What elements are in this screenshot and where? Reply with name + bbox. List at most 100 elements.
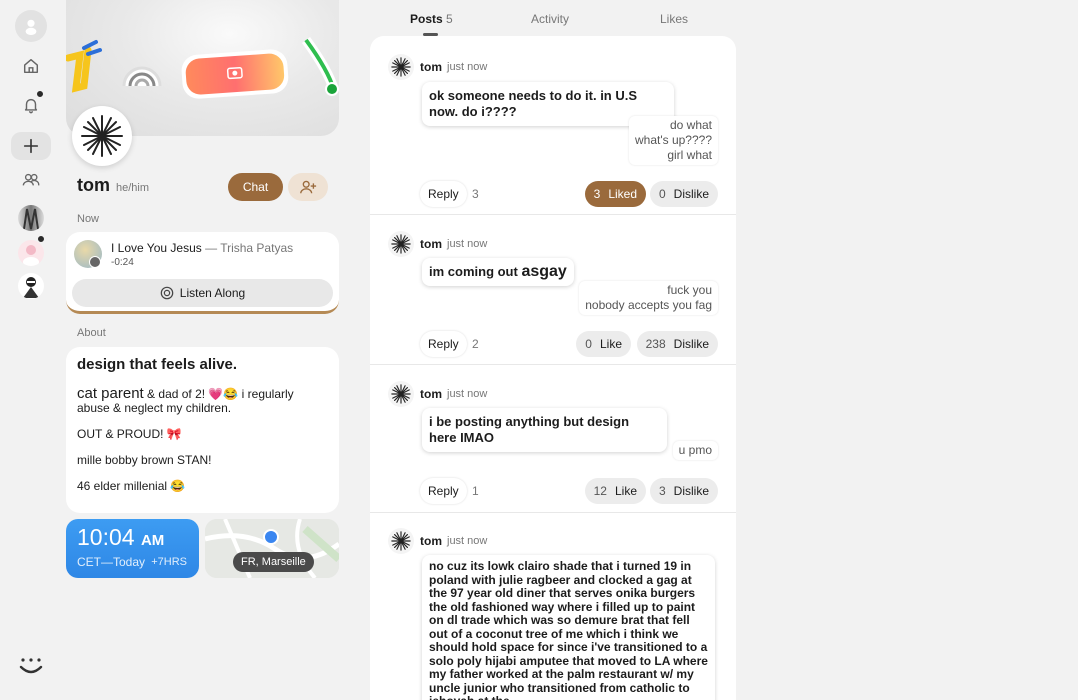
dislike-label: Dislike — [673, 484, 709, 498]
post-avatar[interactable] — [388, 381, 414, 407]
post-avatar[interactable] — [388, 54, 414, 80]
reply-count: 1 — [472, 484, 479, 498]
home-icon — [23, 58, 39, 74]
song-time: -0:24 — [111, 257, 134, 268]
reply-button[interactable]: Reply — [420, 331, 467, 357]
tab-posts[interactable]: Posts 5 — [410, 12, 453, 26]
asterisk-avatar-icon — [81, 115, 123, 157]
profile-tabs: Posts 5 Activity Likes — [370, 0, 736, 36]
face-icon[interactable] — [18, 657, 44, 682]
contact-avatar[interactable] — [18, 240, 44, 266]
app: tom he/him Chat Now I Love You Jesus — T… — [0, 0, 1078, 700]
asterisk-avatar-icon — [391, 57, 411, 77]
chat-button[interactable]: Chat — [228, 173, 283, 201]
nav-people[interactable] — [14, 163, 48, 197]
clock-timezone: CET—Today — [77, 555, 146, 569]
like-count: 3 — [593, 187, 601, 201]
like-label: Like — [599, 337, 622, 351]
like-button[interactable]: 0 Like — [576, 331, 631, 357]
asterisk-avatar-icon — [391, 384, 411, 404]
reply-button[interactable]: Reply — [420, 478, 467, 504]
add-friend-button[interactable] — [288, 173, 328, 201]
contact-avatar[interactable] — [18, 273, 44, 299]
about-label: About — [77, 327, 106, 339]
like-button[interactable]: 3 Liked — [584, 181, 646, 207]
location-map[interactable]: FR, Marseille — [205, 519, 339, 578]
post-timestamp: just now — [447, 61, 488, 73]
reply-text: do what — [669, 118, 712, 132]
profile-pronouns: he/him — [116, 182, 150, 194]
post: tom just now ok someone needs to do it. … — [370, 36, 736, 215]
clock-offset: +7HRS — [151, 556, 187, 568]
about-headline: design that feels alive. — [77, 356, 238, 373]
app-logo[interactable] — [15, 10, 47, 42]
post-actions: Reply 1 12 Like 3 Dislike — [420, 478, 718, 504]
nav-create[interactable] — [11, 132, 51, 160]
avatar-image-icon — [23, 245, 39, 266]
reply-button[interactable]: Reply — [420, 181, 467, 207]
post-avatar[interactable] — [388, 528, 414, 554]
nav-notifications[interactable] — [14, 88, 48, 122]
dislike-label: Dislike — [673, 187, 709, 201]
post-username[interactable]: tom — [420, 387, 442, 401]
post-text-main: im coming out — [429, 264, 522, 279]
location-label: FR, Marseille — [233, 552, 314, 572]
reply-text: nobody accepts you fag — [585, 298, 712, 312]
reply-preview: u pmo — [672, 441, 718, 460]
smile-icon — [19, 658, 43, 674]
about-line: cat parent & dad of 2! 💗😂 i regularly ab… — [77, 386, 328, 415]
profile-avatar[interactable] — [72, 106, 132, 166]
post-text: im coming out asgay — [422, 258, 574, 286]
online-dot — [37, 235, 45, 243]
like-label: Liked — [608, 187, 637, 201]
reply-text: u pmo — [678, 443, 712, 457]
contact-avatar[interactable] — [18, 205, 44, 231]
now-playing-card: I Love You Jesus — Trisha Patyas -0:24 L… — [66, 232, 339, 314]
post-timestamp: just now — [447, 238, 488, 250]
reply-text: what's up???? — [634, 133, 712, 147]
nav-home[interactable] — [14, 49, 48, 83]
clock-ampm: AM — [140, 532, 165, 549]
posts-feed: tom just now ok someone needs to do it. … — [370, 36, 736, 700]
post-timestamp: just now — [447, 388, 488, 400]
reply-text: girl what — [667, 148, 712, 162]
tab-activity[interactable]: Activity — [531, 12, 569, 26]
reply-preview: fuck you nobody accepts you fag — [579, 281, 718, 315]
clock-time: 10:04 — [77, 524, 135, 550]
like-label: Like — [614, 484, 637, 498]
dislike-button[interactable]: 0 Dislike — [649, 181, 718, 207]
dislike-count: 3 — [658, 484, 666, 498]
dislike-button[interactable]: 238 Dislike — [636, 331, 718, 357]
app-logo-icon — [25, 19, 37, 35]
tab-posts-count: 5 — [446, 12, 453, 26]
profile-name-row: tom he/him — [77, 175, 149, 196]
post-username[interactable]: tom — [420, 60, 442, 74]
like-button[interactable]: 12 Like — [584, 478, 646, 504]
reply-count: 2 — [472, 337, 479, 351]
song-artist: Trisha Patyas — [220, 241, 294, 255]
add-person-icon — [300, 180, 317, 194]
dislike-count: 0 — [658, 187, 666, 201]
like-count: 12 — [593, 484, 607, 498]
avatar-image-icon — [23, 277, 39, 298]
asterisk-avatar-icon — [391, 531, 411, 551]
post-avatar[interactable] — [388, 231, 414, 257]
profile-name: tom — [77, 175, 110, 195]
music-app-icon — [89, 256, 101, 268]
location-pin — [263, 529, 279, 545]
post-actions: Reply 2 0 Like 238 Dislike — [420, 331, 718, 357]
reply-preview: do what what's up???? girl what — [628, 116, 718, 165]
reply-count: 3 — [472, 187, 479, 201]
listen-along-button[interactable]: Listen Along — [72, 279, 333, 307]
asterisk-avatar-icon — [391, 234, 411, 254]
about-card: design that feels alive. cat parent & da… — [66, 347, 339, 513]
clock-time-row: 10:04 AM — [77, 524, 164, 551]
post-username[interactable]: tom — [420, 237, 442, 251]
post-text-big: asgay — [521, 263, 567, 280]
tab-likes[interactable]: Likes — [660, 12, 688, 26]
about-line: 46 elder millenial 😂 — [77, 479, 186, 493]
song-title: I Love You Jesus — [111, 241, 202, 255]
dislike-button[interactable]: 3 Dislike — [649, 478, 718, 504]
like-count: 0 — [585, 337, 592, 351]
post-username[interactable]: tom — [420, 534, 442, 548]
